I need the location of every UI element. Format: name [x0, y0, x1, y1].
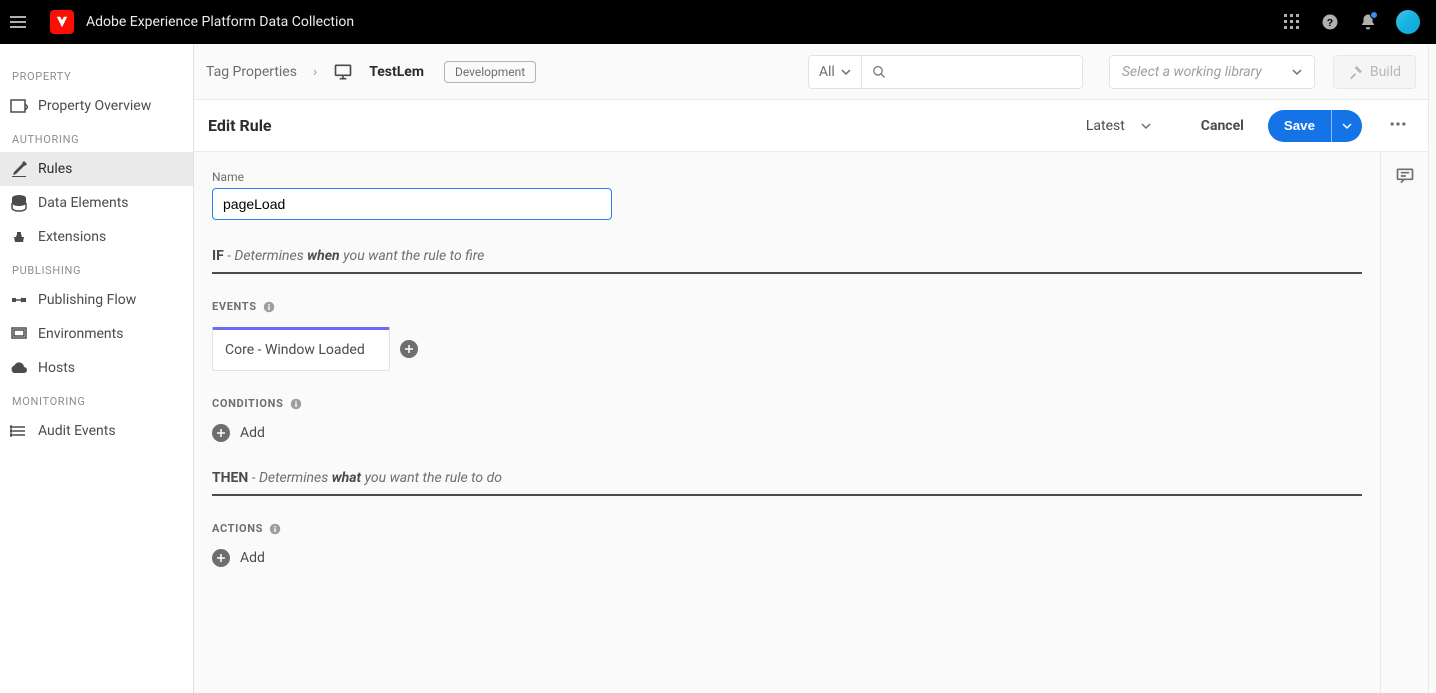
rule-name-input[interactable]: [212, 188, 612, 220]
working-library-placeholder: Select a working library: [1122, 64, 1262, 80]
divider: [212, 272, 1362, 274]
data-elements-icon: [10, 194, 28, 212]
sidebar-item-data-elements[interactable]: Data Elements: [0, 186, 193, 220]
sidebar-item-property-overview[interactable]: Property Overview: [0, 89, 193, 123]
quick-search-scope[interactable]: All: [809, 56, 862, 88]
quick-search-scope-label: All: [819, 64, 835, 80]
plus-icon: [404, 344, 414, 354]
comments-icon[interactable]: [1395, 166, 1415, 186]
then-heading: THEN - Determines what you want the rule…: [212, 470, 1362, 486]
sidebar-item-audit-events[interactable]: Audit Events: [0, 414, 193, 448]
sidebar-item-publishing-flow[interactable]: Publishing Flow: [0, 283, 193, 317]
property-status-badge: Development: [444, 61, 536, 83]
adobe-logo: [50, 10, 74, 34]
build-button[interactable]: Build: [1333, 55, 1416, 89]
sidebar-group-authoring: AUTHORING: [0, 123, 193, 152]
apps-grid-icon[interactable]: [1276, 6, 1308, 38]
divider: [212, 494, 1362, 496]
chevron-down-icon: [841, 67, 851, 77]
add-event-button[interactable]: [400, 340, 418, 358]
sidebar-item-label: Hosts: [38, 360, 75, 376]
event-card[interactable]: Core - Window Loaded: [212, 327, 390, 371]
add-action-button[interactable]: Add: [212, 549, 1362, 567]
sidebar-group-publishing: PUBLISHING: [0, 254, 193, 283]
cancel-button[interactable]: Cancel: [1201, 118, 1244, 134]
sidebar-item-rules[interactable]: Rules: [0, 152, 193, 186]
environments-icon: [10, 325, 28, 343]
sidebar-item-label: Publishing Flow: [38, 292, 136, 308]
plus-icon: [212, 424, 230, 442]
audit-events-icon: [10, 422, 28, 440]
breadcrumb-root[interactable]: Tag Properties: [206, 64, 297, 80]
svg-text:?: ?: [1327, 17, 1333, 29]
breadcrumb-current: TestLem: [369, 64, 424, 80]
build-button-label: Build: [1370, 64, 1401, 80]
sidebar: PROPERTY Property Overview AUTHORING Rul…: [0, 44, 194, 693]
app-title: Adobe Experience Platform Data Collectio…: [86, 14, 354, 30]
ellipsis-icon: [1388, 114, 1408, 134]
add-condition-label: Add: [240, 425, 265, 441]
chevron-down-icon: [1292, 67, 1302, 77]
sidebar-group-property: PROPERTY: [0, 60, 193, 89]
actions-heading: ACTIONS: [212, 522, 1362, 535]
save-button[interactable]: Save: [1268, 110, 1331, 142]
revision-label: Latest: [1086, 118, 1125, 134]
rules-icon: [10, 160, 28, 178]
window-scrollbar[interactable]: [1428, 44, 1436, 693]
plus-icon: [212, 549, 230, 567]
user-avatar[interactable]: [1396, 10, 1420, 34]
breadcrumb-separator: ›: [307, 64, 323, 80]
chevron-down-icon: [1141, 121, 1151, 131]
add-condition-button[interactable]: Add: [212, 424, 1362, 442]
notifications-icon[interactable]: [1352, 6, 1384, 38]
add-action-label: Add: [240, 550, 265, 566]
revision-select[interactable]: Latest: [1086, 118, 1151, 134]
conditions-heading: CONDITIONS: [212, 397, 1362, 410]
sidebar-item-label: Data Elements: [38, 195, 129, 211]
search-icon: [872, 64, 886, 80]
sidebar-item-label: Extensions: [38, 229, 106, 245]
working-library-select[interactable]: Select a working library: [1109, 55, 1315, 89]
property-overview-icon: [10, 97, 28, 115]
publishing-flow-icon: [10, 291, 28, 309]
extensions-icon: [10, 228, 28, 246]
rule-name-label: Name: [212, 170, 1362, 184]
sidebar-item-environments[interactable]: Environments: [0, 317, 193, 351]
chevron-down-icon: [1342, 121, 1352, 131]
right-rail: [1380, 152, 1428, 693]
sidebar-item-label: Rules: [38, 161, 72, 177]
notification-dot: [1370, 11, 1378, 19]
page-title: Edit Rule: [208, 116, 272, 135]
info-icon[interactable]: [290, 398, 302, 410]
if-heading: IF - Determines when you want the rule t…: [212, 248, 1362, 264]
quick-search-input[interactable]: [892, 64, 1072, 79]
sidebar-item-label: Property Overview: [38, 98, 151, 114]
hammer-icon: [1348, 64, 1364, 80]
hosts-icon: [10, 359, 28, 377]
sidebar-item-label: Environments: [38, 326, 123, 342]
help-icon[interactable]: ?: [1314, 6, 1346, 38]
sidebar-item-hosts[interactable]: Hosts: [0, 351, 193, 385]
nav-menu-button[interactable]: [10, 10, 34, 34]
info-icon[interactable]: [263, 301, 275, 313]
sidebar-item-extensions[interactable]: Extensions: [0, 220, 193, 254]
more-actions-button[interactable]: [1382, 114, 1414, 138]
events-heading: EVENTS: [212, 300, 1362, 313]
property-platform-icon: [333, 62, 353, 82]
info-icon[interactable]: [269, 523, 281, 535]
sidebar-group-monitoring: MONITORING: [0, 385, 193, 414]
sidebar-item-label: Audit Events: [38, 423, 116, 439]
quick-search[interactable]: All: [808, 55, 1083, 89]
save-options-button[interactable]: [1331, 110, 1362, 142]
